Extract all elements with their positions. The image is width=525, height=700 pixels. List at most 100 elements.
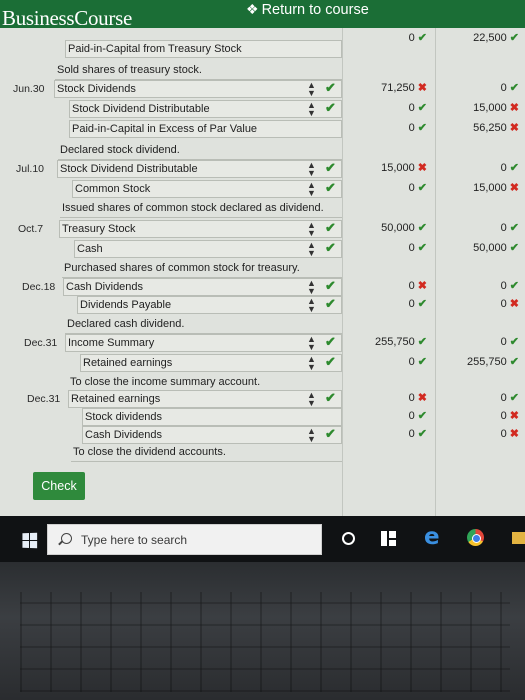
- debit-amount[interactable]: 71,250 ✖: [381, 81, 427, 94]
- taskbar-search-input[interactable]: Type here to search: [47, 524, 322, 555]
- credit-amount[interactable]: 255,750 ✔: [467, 355, 519, 368]
- credit-amount[interactable]: 0 ✔: [501, 161, 519, 174]
- entry-description: To close the income summary account.: [70, 376, 261, 388]
- credit-amount[interactable]: 50,000 ✔: [473, 241, 519, 254]
- credit-amount[interactable]: 22,500 ✔: [473, 31, 519, 44]
- debit-value: 0: [408, 182, 415, 194]
- select-arrows-icon[interactable]: ▲ ▼: [307, 335, 316, 352]
- debit-amount[interactable]: 0 ✔: [409, 31, 427, 44]
- cortana-icon[interactable]: [342, 532, 355, 545]
- chrome-browser-icon[interactable]: [467, 529, 484, 546]
- credit-amount[interactable]: 0 ✔: [501, 221, 519, 234]
- credit-value: 0: [500, 280, 507, 292]
- account-select[interactable]: [74, 240, 342, 258]
- row-correct-icon: ✔: [325, 80, 336, 95]
- incorrect-icon: ✖: [417, 162, 427, 174]
- debit-amount[interactable]: 255,750 ✔: [375, 335, 427, 348]
- credit-amount[interactable]: 0 ✖: [501, 409, 519, 422]
- credit-amount[interactable]: 0 ✔: [501, 81, 519, 94]
- credit-value: 22,500: [473, 32, 507, 44]
- account-name: Stock Dividend Distributable: [60, 163, 198, 175]
- debit-amount[interactable]: 0 ✔: [409, 181, 427, 194]
- select-arrows-icon[interactable]: ▲ ▼: [307, 161, 316, 178]
- debit-amount[interactable]: 0 ✔: [409, 427, 427, 440]
- debit-value: 0: [408, 102, 415, 114]
- credit-amount[interactable]: 15,000 ✖: [473, 181, 519, 194]
- credit-value: 50,000: [473, 242, 507, 254]
- account-name: Treasury Stock: [62, 223, 136, 235]
- select-arrows-icon[interactable]: ▲ ▼: [307, 181, 316, 198]
- debit-amount[interactable]: 0 ✔: [409, 297, 427, 310]
- select-arrows-icon[interactable]: ▲ ▼: [307, 241, 316, 258]
- debit-value: 0: [408, 242, 415, 254]
- incorrect-icon: ✖: [509, 428, 519, 440]
- windows-start-icon[interactable]: [22, 532, 38, 549]
- debit-value: 0: [408, 428, 415, 440]
- journal-row: Stock Dividend Distributable ▲ ▼ ✔ 0 ✔ 15,000 ✖: [0, 100, 525, 118]
- credit-amount[interactable]: 0 ✔: [501, 391, 519, 404]
- debit-amount[interactable]: 0 ✔: [409, 355, 427, 368]
- credit-value: 15,000: [473, 182, 507, 194]
- check-button[interactable]: Check: [33, 472, 85, 500]
- credit-amount[interactable]: 0 ✖: [501, 427, 519, 440]
- journal-row: Paid-in-Capital in Excess of Par Value 0 ✔…: [0, 120, 525, 138]
- credit-amount[interactable]: 0 ✔: [501, 279, 519, 292]
- credit-value: 56,250: [473, 122, 507, 134]
- incorrect-icon: ✖: [509, 298, 519, 310]
- debit-amount[interactable]: 0 ✔: [409, 101, 427, 114]
- journal-row: Retained earnings ▲ ▼ ✔ 0 ✔ 255,750 ✔: [0, 354, 525, 372]
- credit-amount[interactable]: 0 ✖: [501, 297, 519, 310]
- account-name: Stock dividends: [85, 411, 163, 423]
- debit-value: 71,250: [381, 82, 415, 94]
- row-correct-icon: ✔: [325, 220, 336, 235]
- entry-date: Jun.30: [13, 83, 45, 95]
- correct-icon: ✔: [509, 82, 519, 94]
- journal-row: Jul.10 Stock Dividend Distributable ▲ ▼ ✔ 15,…: [0, 160, 525, 178]
- journal-row: Dec.31 Income Summary ▲ ▼ ✔ 255,750 ✔ 0 ✔: [0, 334, 525, 352]
- incorrect-icon: ✖: [509, 122, 519, 134]
- select-arrows-icon[interactable]: ▲ ▼: [307, 391, 316, 408]
- home-icon: ❖: [246, 1, 259, 17]
- debit-value: 0: [408, 356, 415, 368]
- task-view-icon[interactable]: [381, 531, 396, 546]
- incorrect-icon: ✖: [417, 280, 427, 292]
- select-arrows-icon[interactable]: ▲ ▼: [307, 221, 316, 238]
- account-name: Cash Dividends: [66, 281, 144, 293]
- debit-amount[interactable]: 0 ✔: [409, 241, 427, 254]
- select-arrows-icon[interactable]: ▲ ▼: [307, 101, 316, 118]
- debit-value: 0: [408, 392, 415, 404]
- credit-amount[interactable]: 0 ✔: [501, 335, 519, 348]
- select-arrows-icon[interactable]: ▲ ▼: [307, 297, 316, 314]
- note-divider: [60, 217, 342, 218]
- debit-amount[interactable]: 0 ✖: [409, 391, 427, 404]
- debit-value: 50,000: [381, 222, 415, 234]
- credit-value: 0: [500, 392, 507, 404]
- correct-icon: ✔: [509, 162, 519, 174]
- incorrect-icon: ✖: [417, 82, 427, 94]
- debit-amount[interactable]: 0 ✖: [409, 279, 427, 292]
- search-placeholder: Type here to search: [81, 533, 188, 547]
- select-arrows-icon[interactable]: ▲ ▼: [307, 427, 316, 444]
- debit-amount[interactable]: 50,000 ✔: [381, 221, 427, 234]
- account-name: Retained earnings: [83, 357, 173, 369]
- select-arrows-icon[interactable]: ▲ ▼: [307, 81, 316, 98]
- debit-amount[interactable]: 0 ✔: [409, 409, 427, 422]
- journal-row: Cash Dividends ▲ ▼ ✔ 0 ✔ 0 ✖: [0, 426, 525, 444]
- select-arrows-icon[interactable]: ▲ ▼: [307, 355, 316, 372]
- file-explorer-icon[interactable]: [512, 532, 525, 544]
- entry-date: Jul.10: [16, 163, 45, 175]
- edge-browser-icon[interactable]: e: [424, 526, 446, 549]
- entry-description: Issued shares of common stock declared a…: [62, 202, 324, 214]
- return-to-course-link[interactable]: ❖ Return to course: [246, 1, 369, 18]
- credit-amount[interactable]: 56,250 ✖: [473, 121, 519, 134]
- correct-icon: ✔: [509, 356, 519, 368]
- select-arrows-icon[interactable]: ▲ ▼: [307, 279, 316, 296]
- entry-date: Dec.31: [24, 337, 58, 349]
- debit-amount[interactable]: 15,000 ✖: [381, 161, 427, 174]
- note-divider: [71, 461, 342, 462]
- entry-date: Oct.7: [18, 223, 44, 235]
- debit-amount[interactable]: 0 ✔: [409, 121, 427, 134]
- credit-value: 0: [500, 222, 507, 234]
- credit-value: 0: [500, 298, 507, 310]
- credit-amount[interactable]: 15,000 ✖: [473, 101, 519, 114]
